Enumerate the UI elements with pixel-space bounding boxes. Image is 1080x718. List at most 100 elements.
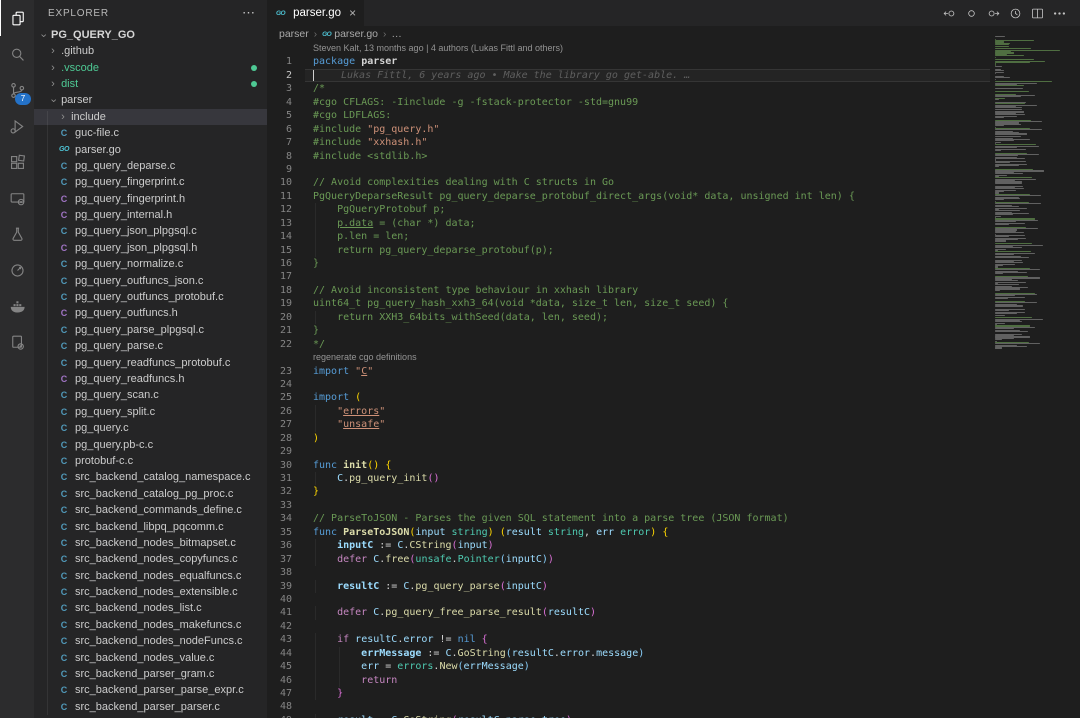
open-changes-icon[interactable] [960, 2, 982, 24]
activity-bar: 7 [0, 0, 34, 718]
tree-item-src_backend_nodes_value.c[interactable]: Csrc_backend_nodes_value.c [34, 649, 267, 665]
tree-item-label: pg_query_internal.h [75, 209, 172, 221]
chevron-down-icon: › [38, 30, 50, 40]
tree-item-src_backend_nodes_copyfuncs.c[interactable]: Csrc_backend_nodes_copyfuncs.c [34, 551, 267, 567]
line-number: 24 [267, 378, 305, 391]
gitlens-icon[interactable] [0, 252, 34, 288]
tree-item-pg_query_readfuncs_protobuf.c[interactable]: Cpg_query_readfuncs_protobuf.c [34, 354, 267, 370]
tree-item-pg_query_readfuncs.h[interactable]: Cpg_query_readfuncs.h [34, 371, 267, 387]
line-number: 43 [267, 633, 305, 646]
tree-item-.vscode[interactable]: › .vscode [34, 59, 267, 75]
source-control-icon[interactable]: 7 [0, 72, 34, 108]
code-line-34: 34// ParseToJSON - Parses the given SQL … [267, 512, 990, 525]
indent-guide [315, 539, 316, 552]
tree-item-pg_query_fingerprint.c[interactable]: Cpg_query_fingerprint.c [34, 174, 267, 190]
tab-label: parser.go [293, 7, 341, 19]
explorer-icon[interactable] [0, 0, 35, 36]
code-line-12: 12 PgQueryProtobuf p; [267, 203, 990, 216]
tree-item-src_backend_nodes_equalfuncs.c[interactable]: Csrc_backend_nodes_equalfuncs.c [34, 568, 267, 584]
remote-explorer-icon[interactable] [0, 180, 34, 216]
tree-item-src_backend_parser_parse_expr.c[interactable]: Csrc_backend_parser_parse_expr.c [34, 682, 267, 698]
code-line-text: import ( [305, 391, 990, 404]
line-number: 44 [267, 647, 305, 660]
tree-item-label: pg_query_parse_plpgsql.c [75, 324, 204, 336]
breadcrumb-symbol[interactable]: … [391, 28, 402, 40]
tree-item-pg_query_parse.c[interactable]: Cpg_query_parse.c [34, 338, 267, 354]
minimap[interactable] [990, 36, 1080, 718]
run-debug-icon[interactable] [0, 108, 34, 144]
tree-item-parser[interactable]: › parser [34, 92, 267, 108]
line-number: 14 [267, 230, 305, 243]
c-file-icon: C [58, 587, 70, 597]
tab-close-icon[interactable]: × [349, 6, 356, 20]
tree-item-src_backend_nodes_nodeFuncs.c[interactable]: Csrc_backend_nodes_nodeFuncs.c [34, 633, 267, 649]
tree-item-pg_query_parse_plpgsql.c[interactable]: Cpg_query_parse_plpgsql.c [34, 322, 267, 338]
line-number: 11 [267, 190, 305, 203]
code-line-text: errMessage := C.GoString(resultC.error.m… [305, 647, 990, 660]
more-actions-icon[interactable] [1048, 2, 1070, 24]
section-header-pg-query-go[interactable]: › PG_QUERY_GO [34, 26, 267, 43]
tree-item-src_backend_parser_gram.c[interactable]: Csrc_backend_parser_gram.c [34, 666, 267, 682]
tree-item-src_backend_nodes_makefuncs.c[interactable]: Csrc_backend_nodes_makefuncs.c [34, 617, 267, 633]
tree-item-dist[interactable]: › dist [34, 76, 267, 92]
h-file-icon: C [58, 210, 70, 220]
code-editor[interactable]: Steven Kalt, 13 months ago | 4 authors (… [267, 42, 990, 718]
breadcrumb-folder[interactable]: parser [279, 28, 309, 40]
tree-item-src_backend_libpq_pqcomm.c[interactable]: Csrc_backend_libpq_pqcomm.c [34, 518, 267, 534]
file-history-icon[interactable] [1004, 2, 1026, 24]
codelens-link[interactable]: Steven Kalt, 13 months ago | 4 authors (… [305, 42, 990, 55]
split-editor-icon[interactable] [1026, 2, 1048, 24]
indent-guide [315, 606, 316, 619]
tree-item-pg_query_outfuncs_json.c[interactable]: Cpg_query_outfuncs_json.c [34, 272, 267, 288]
tree-item-pg_query_outfuncs.h[interactable]: Cpg_query_outfuncs.h [34, 305, 267, 321]
code-line-text: PgQueryProtobuf p; [305, 203, 990, 216]
breadcrumb-file[interactable]: parser.go [334, 28, 378, 40]
search-icon[interactable] [0, 36, 34, 72]
code-line-text: func init() { [305, 459, 990, 472]
tree-item-src_backend_nodes_extensible.c[interactable]: Csrc_backend_nodes_extensible.c [34, 584, 267, 600]
go-file-icon: GO [276, 10, 285, 17]
tree-item-pg_query.c[interactable]: Cpg_query.c [34, 420, 267, 436]
tree-item-parser.go[interactable]: GOparser.go [34, 141, 267, 157]
extensions-icon[interactable] [0, 144, 34, 180]
tree-item-pg_query_normalize.c[interactable]: Cpg_query_normalize.c [34, 256, 267, 272]
tree-item-src_backend_catalog_pg_proc.c[interactable]: Csrc_backend_catalog_pg_proc.c [34, 486, 267, 502]
tree-item-protobuf-c.c[interactable]: Cprotobuf-c.c [34, 453, 267, 469]
code-line-text [305, 163, 990, 176]
tree-item-pg_query_json_plpgsql.c[interactable]: Cpg_query_json_plpgsql.c [34, 223, 267, 239]
tree-item-pg_query_scan.c[interactable]: Cpg_query_scan.c [34, 387, 267, 403]
tree-item-pg_query_deparse.c[interactable]: Cpg_query_deparse.c [34, 158, 267, 174]
tree-item-pg_query_fingerprint.h[interactable]: Cpg_query_fingerprint.h [34, 191, 267, 207]
tree-item-src_backend_nodes_bitmapset.c[interactable]: Csrc_backend_nodes_bitmapset.c [34, 535, 267, 551]
indent-guide [339, 647, 340, 660]
tree-item-label: protobuf-c.c [75, 455, 133, 467]
tree-item-src_backend_commands_define.c[interactable]: Csrc_backend_commands_define.c [34, 502, 267, 518]
code-line-41: 41 defer C.pg_query_free_parse_result(re… [267, 606, 990, 619]
tree-item-src_backend_nodes_list.c[interactable]: Csrc_backend_nodes_list.c [34, 600, 267, 616]
line-number: 28 [267, 432, 305, 445]
testing-icon[interactable] [0, 216, 34, 252]
tree-item-.github[interactable]: › .github [34, 43, 267, 59]
previous-change-icon[interactable] [938, 2, 960, 24]
tree-item-pg_query_outfuncs_protobuf.c[interactable]: Cpg_query_outfuncs_protobuf.c [34, 289, 267, 305]
tree-item-pg_query_internal.h[interactable]: Cpg_query_internal.h [34, 207, 267, 223]
explorer-actions-icon[interactable]: ⋯ [242, 8, 255, 18]
tree-item-pg_query_json_plpgsql.h[interactable]: Cpg_query_json_plpgsql.h [34, 240, 267, 256]
docker-icon[interactable] [0, 288, 34, 324]
code-line-text: err = errors.New(errMessage) [305, 660, 990, 673]
tree-item-pg_query_split.c[interactable]: Cpg_query_split.c [34, 404, 267, 420]
project-manager-icon[interactable] [0, 324, 34, 360]
tree-item-pg_query.pb-c.c[interactable]: Cpg_query.pb-c.c [34, 436, 267, 452]
next-change-icon[interactable] [982, 2, 1004, 24]
c-file-icon: C [58, 292, 70, 302]
minimap-line [995, 240, 1006, 241]
tree-item-include[interactable]: › include [34, 109, 267, 125]
tree-item-guc-file.c[interactable]: Cguc-file.c [34, 125, 267, 141]
codelens-link[interactable]: regenerate cgo definitions [305, 351, 990, 364]
minimap-line [995, 257, 1029, 258]
code-line-text: } [305, 687, 990, 700]
tree-item-src_backend_catalog_namespace.c[interactable]: Csrc_backend_catalog_namespace.c [34, 469, 267, 485]
code-line-23: 23import "C" [267, 365, 990, 378]
tree-item-src_backend_parser_parser.c[interactable]: Csrc_backend_parser_parser.c [34, 699, 267, 715]
tab-parser-go[interactable]: GO parser.go × [267, 0, 364, 26]
